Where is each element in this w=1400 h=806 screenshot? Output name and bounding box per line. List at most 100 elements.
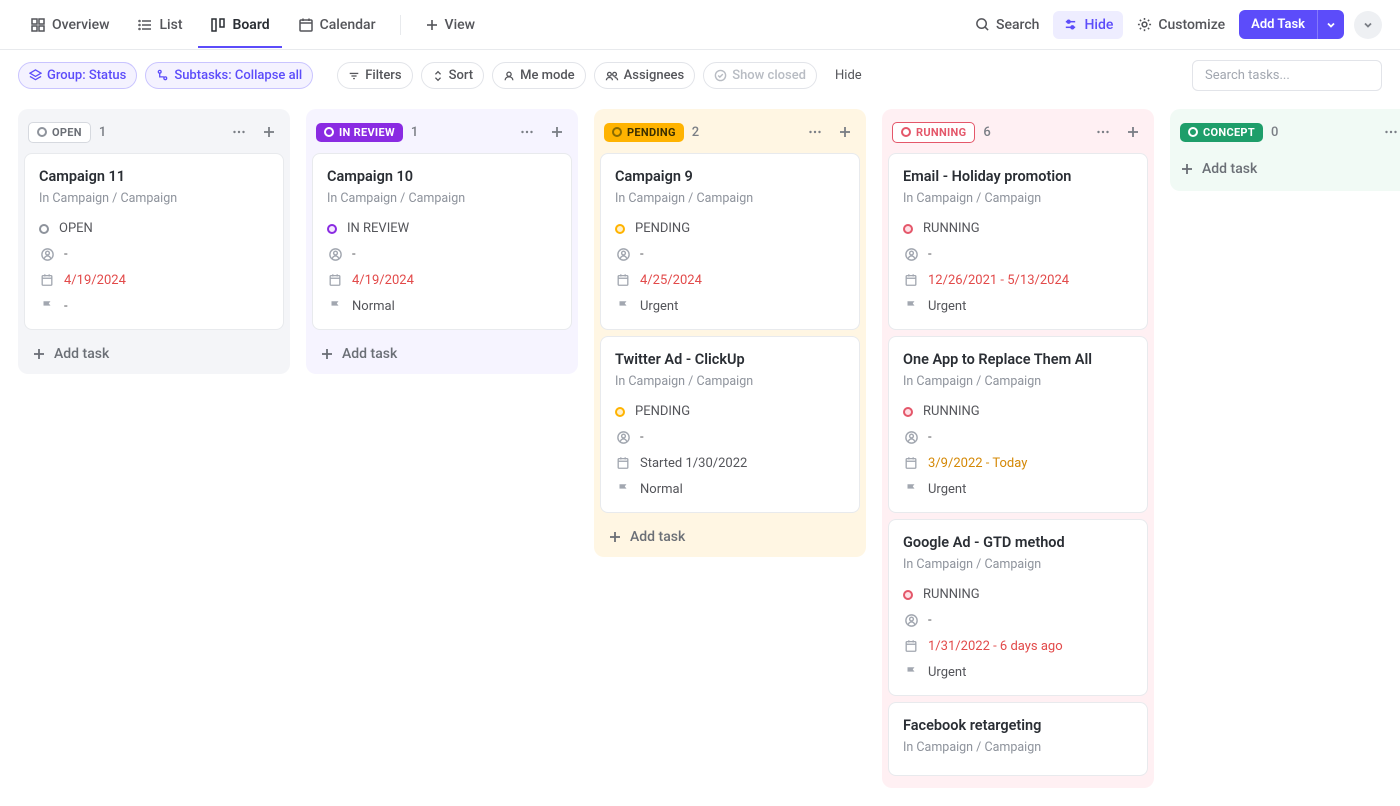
card-date-row[interactable]: 4/25/2024 — [615, 267, 845, 293]
add-task-row[interactable]: Add task — [24, 336, 284, 368]
add-task-button[interactable]: Add Task — [1239, 10, 1317, 39]
card-priority: Urgent — [928, 482, 966, 497]
card-priority-row[interactable]: Urgent — [615, 293, 845, 319]
status-dot-icon — [615, 224, 625, 234]
card-assignee-row[interactable]: - — [903, 607, 1133, 633]
card-date-row[interactable]: 4/19/2024 — [39, 267, 269, 293]
card-status-row[interactable]: PENDING — [615, 216, 845, 241]
flag-icon — [615, 481, 631, 497]
column-label: CONCEPT — [1203, 126, 1255, 139]
flag-icon — [903, 664, 919, 680]
column-count: 6 — [983, 125, 990, 140]
card-priority-row[interactable]: Urgent — [903, 476, 1133, 502]
column-status-badge[interactable]: PENDING — [604, 123, 684, 142]
customize-button[interactable]: Customize — [1127, 11, 1235, 39]
assignee-icon — [39, 246, 55, 262]
column-more-button[interactable] — [516, 121, 538, 143]
search-button[interactable]: Search — [965, 11, 1049, 39]
card-status-row[interactable]: IN REVIEW — [327, 216, 557, 241]
card-assignee: - — [928, 613, 932, 628]
tab-list[interactable]: List — [125, 3, 194, 47]
card-priority-row[interactable]: Urgent — [903, 293, 1133, 319]
card-priority-row[interactable]: Normal — [327, 293, 557, 319]
task-card[interactable]: Google Ad - GTD methodIn Campaign / Camp… — [888, 519, 1148, 696]
column-status-badge[interactable]: OPEN — [28, 122, 91, 143]
status-dot-icon — [901, 127, 911, 137]
card-status-label: OPEN — [59, 221, 93, 236]
card-date-row[interactable]: Started 1/30/2022 — [615, 450, 845, 476]
task-card[interactable]: Campaign 10In Campaign / CampaignIN REVI… — [312, 153, 572, 330]
column-status-badge[interactable]: IN REVIEW — [316, 123, 403, 142]
card-assignee-row[interactable]: - — [615, 241, 845, 267]
chip-subtasks[interactable]: Subtasks: Collapse all — [145, 62, 313, 89]
card-assignee-row[interactable]: - — [39, 241, 269, 267]
card-priority-row[interactable]: Normal — [615, 476, 845, 502]
more-icon — [519, 124, 535, 140]
grid-icon — [30, 17, 46, 33]
column-more-button[interactable] — [804, 121, 826, 143]
column-more-button[interactable] — [228, 121, 250, 143]
column-add-button[interactable] — [1122, 121, 1144, 143]
chip-me-mode[interactable]: Me mode — [492, 62, 586, 89]
column-more-button[interactable] — [1092, 121, 1114, 143]
card-date-row[interactable]: 4/19/2024 — [327, 267, 557, 293]
card-title: One App to Replace Them All — [903, 351, 1133, 368]
tab-calendar[interactable]: Calendar — [286, 3, 388, 47]
assignee-icon — [615, 246, 631, 262]
card-status-row[interactable]: RUNNING — [903, 582, 1133, 607]
task-card[interactable]: One App to Replace Them AllIn Campaign /… — [888, 336, 1148, 513]
add-task-row[interactable]: Add task — [312, 336, 572, 368]
chip-sort[interactable]: Sort — [421, 62, 485, 89]
card-status-row[interactable]: OPEN — [39, 216, 269, 241]
calendar-icon — [298, 17, 314, 33]
add-task-row[interactable]: Add task — [1176, 153, 1400, 185]
column-header: RUNNING 6 — [888, 115, 1148, 153]
card-assignee: - — [64, 247, 68, 262]
card-date: 4/19/2024 — [64, 273, 126, 288]
task-card[interactable]: Email - Holiday promotionIn Campaign / C… — [888, 153, 1148, 330]
calendar-icon — [39, 272, 55, 288]
card-status-row[interactable]: PENDING — [615, 399, 845, 424]
chip-subtasks-label: Subtasks: Collapse all — [174, 68, 302, 83]
card-date-row[interactable]: 3/9/2022 - Today — [903, 450, 1133, 476]
task-card[interactable]: Facebook retargetingIn Campaign / Campai… — [888, 702, 1148, 776]
task-card[interactable]: Twitter Ad - ClickUpIn Campaign / Campai… — [600, 336, 860, 513]
user-menu[interactable] — [1354, 11, 1382, 39]
chip-show-closed[interactable]: Show closed — [703, 62, 817, 89]
column-label: PENDING — [627, 126, 676, 139]
task-card[interactable]: Campaign 9In Campaign / CampaignPENDING-… — [600, 153, 860, 330]
subtask-icon — [156, 69, 169, 82]
card-status-row[interactable]: RUNNING — [903, 216, 1133, 241]
chip-filters[interactable]: Filters — [337, 62, 412, 89]
hide-button[interactable]: Hide — [1053, 11, 1123, 39]
search-tasks-input[interactable] — [1192, 60, 1382, 91]
card-assignee-row[interactable]: - — [615, 424, 845, 450]
hide-toggle[interactable]: Hide — [825, 63, 872, 88]
tab-add-view[interactable]: View — [413, 3, 488, 47]
add-task-row[interactable]: Add task — [600, 519, 860, 551]
card-status-label: PENDING — [635, 221, 690, 236]
column-add-button[interactable] — [834, 121, 856, 143]
column-add-button[interactable] — [258, 121, 280, 143]
tab-overview[interactable]: Overview — [18, 3, 121, 47]
card-assignee-row[interactable]: - — [327, 241, 557, 267]
task-card[interactable]: Campaign 11In Campaign / CampaignOPEN-4/… — [24, 153, 284, 330]
tab-board[interactable]: Board — [198, 3, 281, 47]
card-assignee-row[interactable]: - — [903, 424, 1133, 450]
column-more-button[interactable] — [1380, 121, 1400, 143]
card-title: Google Ad - GTD method — [903, 534, 1133, 551]
card-date-row[interactable]: 12/26/2021 - 5/13/2024 — [903, 267, 1133, 293]
chip-assignees[interactable]: Assignees — [594, 62, 696, 89]
card-priority-row[interactable]: Urgent — [903, 659, 1133, 685]
card-priority-row[interactable]: - — [39, 293, 269, 319]
column-status-badge[interactable]: CONCEPT — [1180, 123, 1263, 142]
column-add-button[interactable] — [546, 121, 568, 143]
card-assignee-row[interactable]: - — [903, 241, 1133, 267]
add-task-dropdown[interactable] — [1317, 10, 1344, 39]
column-status-badge[interactable]: RUNNING — [892, 122, 975, 143]
card-status-row[interactable]: RUNNING — [903, 399, 1133, 424]
add-task-label: Add task — [630, 529, 685, 545]
add-task-label: Add task — [342, 346, 397, 362]
chip-group[interactable]: Group: Status — [18, 62, 137, 89]
card-date-row[interactable]: 1/31/2022 - 6 days ago — [903, 633, 1133, 659]
